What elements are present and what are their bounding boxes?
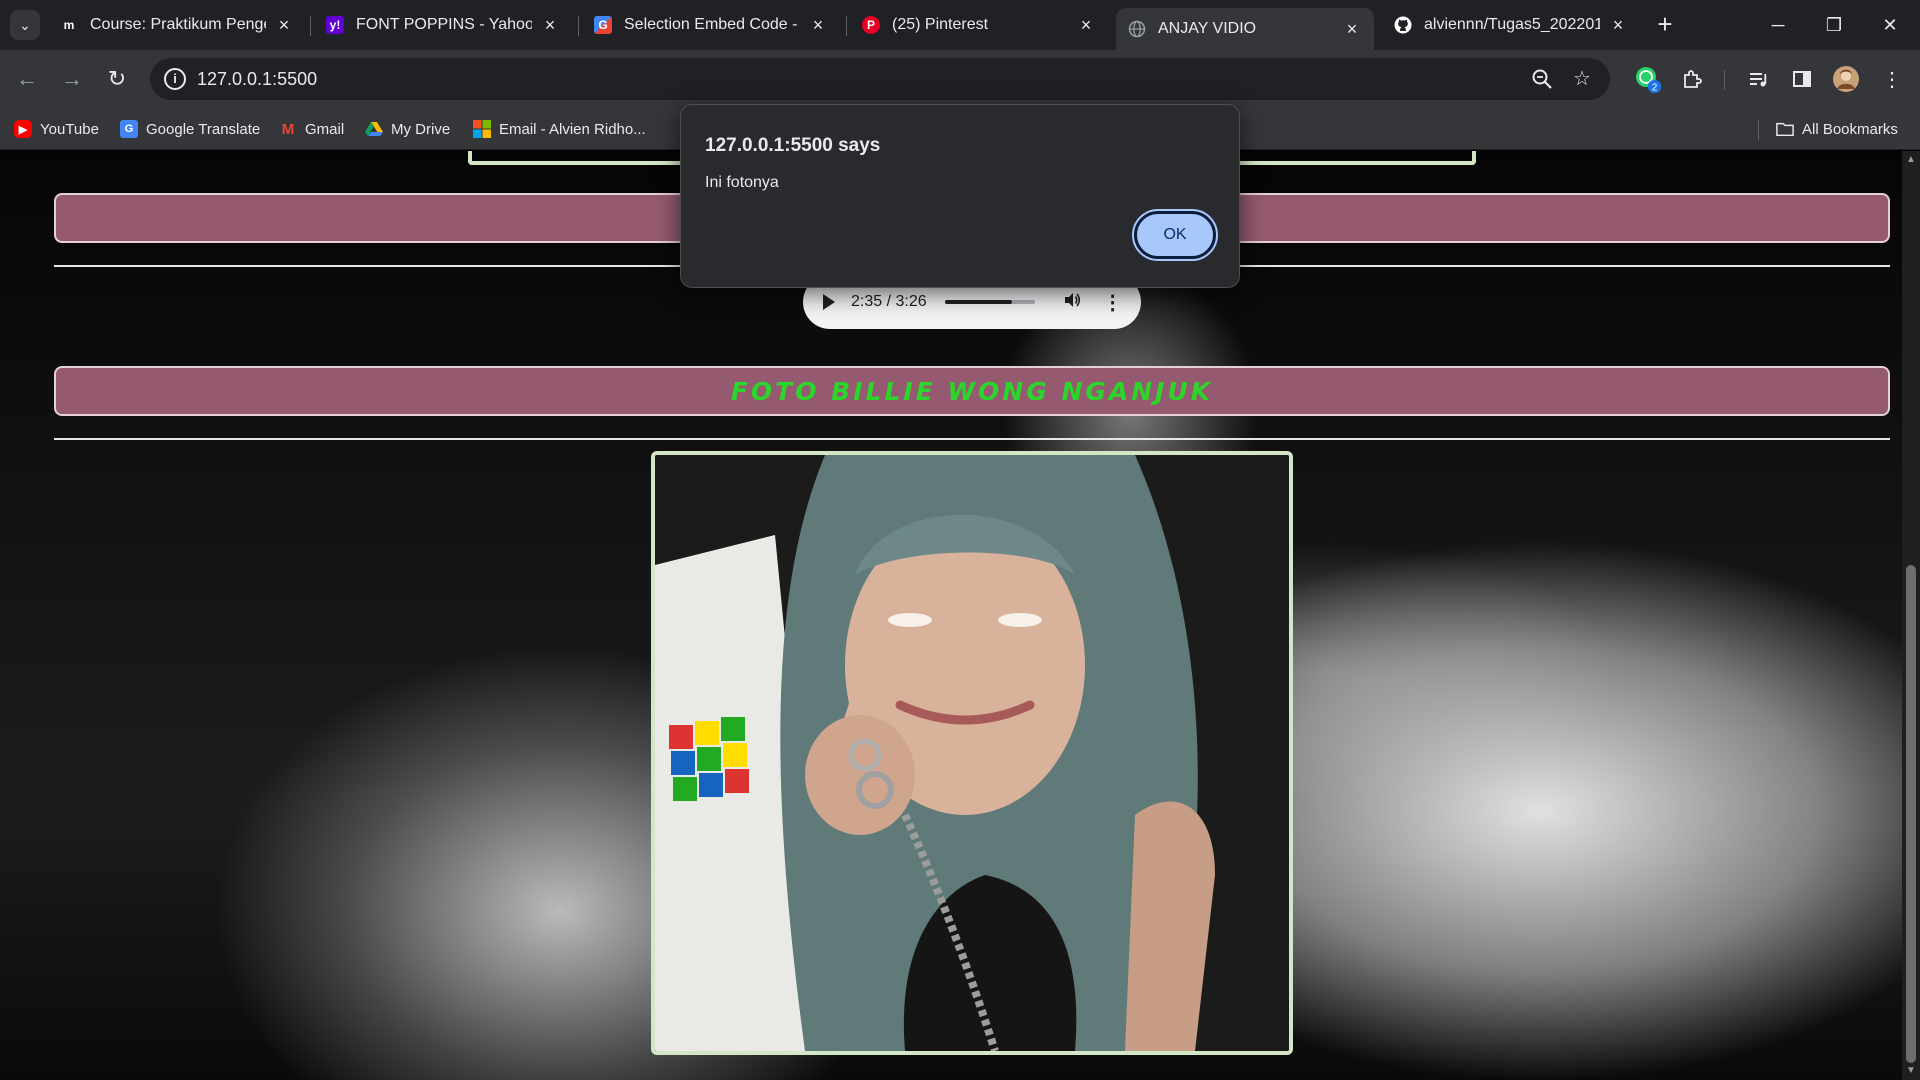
tab-search-button[interactable]: ⌄ <box>10 10 40 40</box>
drive-icon <box>365 120 383 138</box>
tab-github[interactable]: alviennn/Tugas5_2022014 × <box>1382 8 1640 42</box>
photo-hand <box>805 715 915 835</box>
tab-pinterest[interactable]: P (25) Pinterest × <box>850 8 1108 42</box>
bookmark-label: YouTube <box>40 120 99 138</box>
dialog-title: 127.0.0.1:5500 says <box>705 135 881 156</box>
tab-title: ANJAY VIDIO <box>1158 20 1257 37</box>
extension-badge: 2 <box>1652 83 1658 94</box>
moodle-icon: m <box>60 16 78 34</box>
new-tab-button[interactable]: + <box>1650 10 1680 40</box>
close-icon[interactable]: × <box>808 15 828 36</box>
close-icon: ✕ <box>1882 14 1898 35</box>
ok-button[interactable]: OK <box>1132 209 1218 261</box>
tab-title: Selection Embed Code - G <box>624 16 800 33</box>
tab-title: Course: Praktikum Pengem <box>90 16 266 33</box>
site-info-icon[interactable]: i <box>164 68 186 90</box>
minimize-button[interactable]: ─ <box>1750 0 1806 50</box>
forward-button[interactable]: → <box>55 62 89 96</box>
restore-icon: ❐ <box>1825 14 1843 35</box>
bookmark-star-icon[interactable]: ☆ <box>1570 68 1594 92</box>
bookmark-google-translate[interactable]: G Google Translate <box>120 117 260 141</box>
folder-icon <box>1776 120 1794 138</box>
outlook-icon <box>473 120 491 138</box>
more-menu-icon[interactable]: ⋮ <box>1876 63 1908 95</box>
all-bookmarks-label: All Bookmarks <box>1802 120 1898 138</box>
translate-icon: G <box>120 120 138 138</box>
bookmark-email[interactable]: Email - Alvien Ridho... <box>473 117 646 141</box>
scroll-down-arrow-icon[interactable]: ▼ <box>1902 1062 1920 1080</box>
whatsapp-extension-icon[interactable]: 2 <box>1632 63 1664 95</box>
profile-avatar[interactable] <box>1830 63 1862 95</box>
restore-button[interactable]: ❐ <box>1806 0 1862 50</box>
back-button[interactable]: ← <box>10 62 44 96</box>
audio-seek-bar[interactable] <box>944 300 1035 304</box>
tab-title: (25) Pinterest <box>892 16 989 33</box>
toolbar-divider <box>1724 70 1725 90</box>
youtube-icon: ▶ <box>14 120 32 138</box>
close-icon[interactable]: × <box>1076 15 1096 36</box>
tab-course[interactable]: m Course: Praktikum Pengem × <box>48 8 306 42</box>
scroll-up-arrow-icon[interactable]: ▲ <box>1902 151 1920 169</box>
bookmark-my-drive[interactable]: My Drive <box>365 117 450 141</box>
chevron-down-icon: ⌄ <box>19 16 31 33</box>
side-panel-icon[interactable] <box>1786 63 1818 95</box>
bookmark-label: Google Translate <box>146 120 261 138</box>
browser-toolbar: ← → ↻ i 127.0.0.1:5500 ☆ 2 ⋮ <box>0 50 1920 108</box>
horizontal-rule <box>54 438 1890 440</box>
tab-separator <box>578 16 579 36</box>
globe-icon <box>1128 20 1146 38</box>
gmail-icon: M <box>281 120 295 138</box>
scroll-thumb[interactable] <box>1906 565 1916 1063</box>
arrow-left-icon: ← <box>16 66 38 91</box>
reload-button[interactable]: ↻ <box>100 62 134 96</box>
bookmark-youtube[interactable]: ▶ YouTube <box>14 117 99 141</box>
yahoo-icon: y! <box>326 16 344 34</box>
tab-separator <box>846 16 847 36</box>
volume-icon[interactable] <box>1063 291 1081 314</box>
portrait-photo <box>655 455 1289 1051</box>
bookmark-label: Gmail <box>305 120 345 138</box>
play-icon[interactable] <box>823 294 835 310</box>
tab-strip: ⌄ m Course: Praktikum Pengem × y! FONT P… <box>0 0 1920 50</box>
minimize-icon: ─ <box>1771 14 1785 35</box>
github-icon <box>1394 16 1412 34</box>
tab-yahoo[interactable]: y! FONT POPPINS - Yahoo Se × <box>314 8 572 42</box>
pinterest-icon: P <box>862 16 880 34</box>
media-controls-icon[interactable] <box>1742 63 1774 95</box>
close-icon[interactable]: × <box>274 15 294 36</box>
extensions-puzzle-icon[interactable] <box>1676 63 1708 95</box>
tab-embed-code[interactable]: G Selection Embed Code - G × <box>582 8 840 42</box>
tab-separator <box>310 16 311 36</box>
dialog-message: Ini fotonya <box>705 174 779 191</box>
photo-frame <box>651 451 1293 1055</box>
reload-icon: ↻ <box>107 66 127 91</box>
section-bar-photo: FOTO BILLIE WONG NGANJUK <box>54 366 1890 416</box>
tab-title: FONT POPPINS - Yahoo Se <box>356 16 532 33</box>
bookmarks-divider <box>1758 120 1759 140</box>
tab-title: alviennn/Tugas5_2022014 <box>1424 16 1600 33</box>
url-text[interactable]: 127.0.0.1:5500 <box>197 69 317 90</box>
audio-progress-fill <box>944 300 1013 304</box>
arrow-right-icon: → <box>61 66 83 91</box>
plus-icon: + <box>1657 9 1673 39</box>
close-window-button[interactable]: ✕ <box>1862 0 1918 50</box>
tab-anjay-vidio[interactable]: ANJAY VIDIO × <box>1116 8 1374 50</box>
close-icon[interactable]: × <box>1342 19 1362 40</box>
photo-rubiks-cube <box>669 717 749 801</box>
bookmark-label: Email - Alvien Ridho... <box>499 120 646 138</box>
alert-dialog: 127.0.0.1:5500 says Ini fotonya OK <box>680 104 1240 288</box>
bookmark-label: My Drive <box>391 120 451 138</box>
more-options-icon[interactable]: ⋮ <box>1103 290 1123 315</box>
section-photo-title: FOTO BILLIE WONG NGANJUK <box>730 376 1214 406</box>
page-viewport: 2:35 / 3:26 ⋮ FOTO BILLIE WONG NGANJUK <box>0 151 1902 1080</box>
page-scrollbar[interactable]: ▲ ▼ <box>1902 151 1920 1080</box>
bookmark-gmail[interactable]: M Gmail <box>279 117 344 141</box>
address-bar[interactable]: i 127.0.0.1:5500 ☆ <box>150 58 1610 100</box>
zoom-icon[interactable] <box>1530 68 1554 92</box>
all-bookmarks-button[interactable]: All Bookmarks <box>1776 117 1898 141</box>
close-icon[interactable]: × <box>540 15 560 36</box>
google-fonts-icon: G <box>594 16 612 34</box>
audio-time: 2:35 / 3:26 <box>851 293 927 310</box>
close-icon[interactable]: × <box>1608 15 1628 36</box>
